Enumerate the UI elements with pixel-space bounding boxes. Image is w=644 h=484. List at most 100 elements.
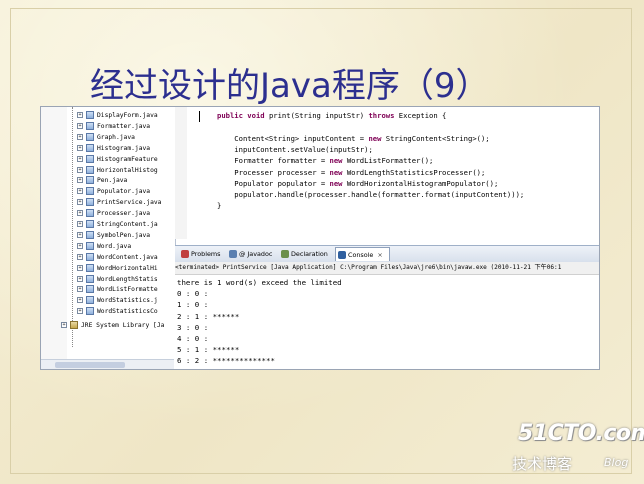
- tree-item-file[interactable]: + Word.java: [77, 241, 132, 252]
- expand-toggle-icon[interactable]: +: [77, 122, 83, 129]
- code-line: Processer processer = new WordLengthStat…: [217, 168, 485, 178]
- expand-toggle-icon[interactable]: +: [77, 253, 83, 260]
- tree-item-file[interactable]: + WordStatistics.j: [77, 296, 158, 306]
- tree-item-file[interactable]: + WordContent.java: [77, 252, 158, 263]
- code-line: inputContent.setValue(inputStr);: [217, 145, 372, 155]
- code-text: populator.handle(processer.handle(format…: [217, 190, 525, 200]
- console-output-line: there is 1 word(s) exceed the limited: [177, 278, 342, 287]
- tab-view-icon: [229, 250, 237, 258]
- expand-toggle-icon[interactable]: +: [77, 221, 83, 227]
- tab-problems[interactable]: Problems: [179, 247, 220, 261]
- tree-item-file[interactable]: + DisplayForm.java: [77, 111, 158, 121]
- tree-item-file[interactable]: + Pen.java: [77, 176, 127, 186]
- scrollbar-thumb[interactable]: [55, 362, 125, 368]
- slide-title: 经过设计的Java程序（9）: [90, 66, 490, 106]
- java-file-icon: [86, 252, 94, 261]
- tab-declaration[interactable]: Declaration: [279, 247, 328, 261]
- tab-label: Problems: [191, 250, 221, 258]
- tree-item-label: HorizontalHistog: [97, 166, 158, 174]
- expand-toggle-icon[interactable]: +: [77, 112, 83, 118]
- text-caret: [199, 111, 200, 122]
- library-item[interactable]: + JRE System Library [Ja: [61, 321, 164, 331]
- java-file-icon: [86, 111, 94, 119]
- java-file-icon: [86, 187, 94, 196]
- tree-item-file[interactable]: + WordStatisticsCo: [77, 307, 158, 317]
- expand-toggle-icon[interactable]: +: [77, 166, 83, 173]
- expand-toggle-icon[interactable]: +: [77, 242, 83, 249]
- tree-item-file[interactable]: + SymbolPen.java: [77, 230, 151, 241]
- java-file-icon: [86, 209, 94, 218]
- console-output-line: 3 : 0 :: [177, 322, 209, 332]
- tree-item-label: SymbolPen.java: [97, 231, 151, 239]
- java-file-icon: [86, 230, 94, 239]
- code-keyword: new: [329, 178, 347, 188]
- code-text: Exception {: [398, 111, 447, 120]
- java-file-icon: [86, 285, 94, 294]
- code-line: Content<String> inputContent = new Strin…: [217, 133, 490, 144]
- tree-item-file[interactable]: + HorizontalHistog: [77, 165, 158, 176]
- tree-item-label: Histogram.java: [97, 144, 151, 152]
- code-text: StringContent<String>();: [385, 133, 490, 143]
- tree-item-label: Populator.java: [97, 188, 151, 196]
- expand-toggle-icon[interactable]: +: [61, 322, 67, 329]
- watermark-blog: Blog: [604, 456, 629, 469]
- tree-item-file[interactable]: + WordLengthStatis: [77, 274, 158, 285]
- console-launch-header: <terminated> PrintService [Java Applicat…: [175, 262, 599, 275]
- expand-toggle-icon[interactable]: +: [77, 275, 83, 282]
- expand-toggle-icon[interactable]: +: [77, 210, 83, 217]
- code-text: Formatter formatter =: [217, 156, 330, 166]
- expand-toggle-icon[interactable]: +: [77, 188, 83, 195]
- java-file-icon: [86, 154, 94, 163]
- java-file-icon: [86, 241, 94, 250]
- code-text: WordLengthStatisticsProcesser();: [346, 167, 486, 177]
- tree-item-label: HistogramFeature: [97, 155, 158, 163]
- expand-toggle-icon[interactable]: +: [77, 144, 83, 151]
- tree-item-file[interactable]: + Histogram.java: [77, 143, 151, 154]
- java-file-icon: [86, 296, 94, 305]
- expand-toggle-icon[interactable]: +: [77, 308, 83, 315]
- expand-toggle-icon[interactable]: +: [77, 297, 83, 304]
- code-editor[interactable]: public void print(String inputStr) throw…: [175, 107, 599, 239]
- code-text: Content<String> inputContent =: [217, 133, 369, 143]
- expand-toggle-icon[interactable]: +: [77, 286, 83, 293]
- tab-label: @ Javadoc: [239, 250, 273, 258]
- java-file-icon: [86, 143, 94, 152]
- expand-toggle-icon[interactable]: +: [77, 177, 83, 184]
- tree-item-file[interactable]: + StringContent.ja: [77, 220, 158, 230]
- expand-toggle-icon[interactable]: +: [77, 155, 83, 162]
- tree-item-file[interactable]: + PrintService.java: [77, 198, 161, 208]
- tree-item-label: WordStatistics.j: [97, 297, 158, 305]
- expand-toggle-icon[interactable]: +: [77, 199, 83, 206]
- code-text: }: [217, 201, 222, 211]
- expand-toggle-icon[interactable]: +: [77, 231, 83, 238]
- watermark-logo: 51CTO.com: [518, 421, 644, 446]
- tree-item-file[interactable]: + WordHorizontalHi: [77, 263, 158, 274]
- console-output-line: 0 : 0 :: [177, 289, 209, 299]
- tree-item-label: WordContent.java: [97, 253, 158, 261]
- tree-item-file[interactable]: + Formatter.java: [77, 121, 151, 132]
- console-view[interactable]: <terminated> PrintService [Java Applicat…: [175, 262, 599, 369]
- tree-item-label: Formatter.java: [97, 122, 151, 130]
- horizontal-scrollbar[interactable]: [41, 359, 174, 369]
- tree-item-file[interactable]: + Populator.java: [77, 187, 150, 197]
- java-file-icon: [86, 274, 94, 283]
- tree-item-file[interactable]: + WordListFormatte: [77, 285, 158, 295]
- tab-console[interactable]: Console ×: [335, 247, 390, 261]
- expand-toggle-icon[interactable]: +: [77, 133, 83, 140]
- java-file-icon: [86, 307, 94, 316]
- watermark-subtitle: 技术博客: [512, 455, 573, 473]
- tree-item-label: Word.java: [97, 242, 132, 250]
- code-line: Populator populator = new WordHorizontal…: [217, 179, 498, 189]
- close-tab-icon[interactable]: ×: [377, 251, 382, 259]
- tab-view-icon: [281, 250, 289, 258]
- tree-item-file[interactable]: + HistogramFeature: [77, 154, 158, 165]
- tree-item-file[interactable]: + Graph.java: [77, 132, 135, 143]
- tab-javadoc[interactable]: @ Javadoc: [227, 247, 272, 261]
- tree-item-label: Pen.java: [97, 177, 128, 185]
- tree-item-file[interactable]: + Processer.java: [77, 209, 150, 219]
- tree-item-label: DisplayForm.java: [97, 112, 158, 119]
- code-keyword: new: [329, 156, 347, 166]
- java-file-icon: [86, 176, 94, 185]
- view-tab-strip: Problems @ Javadoc Declaration Console ×: [175, 245, 599, 263]
- expand-toggle-icon[interactable]: +: [77, 264, 83, 271]
